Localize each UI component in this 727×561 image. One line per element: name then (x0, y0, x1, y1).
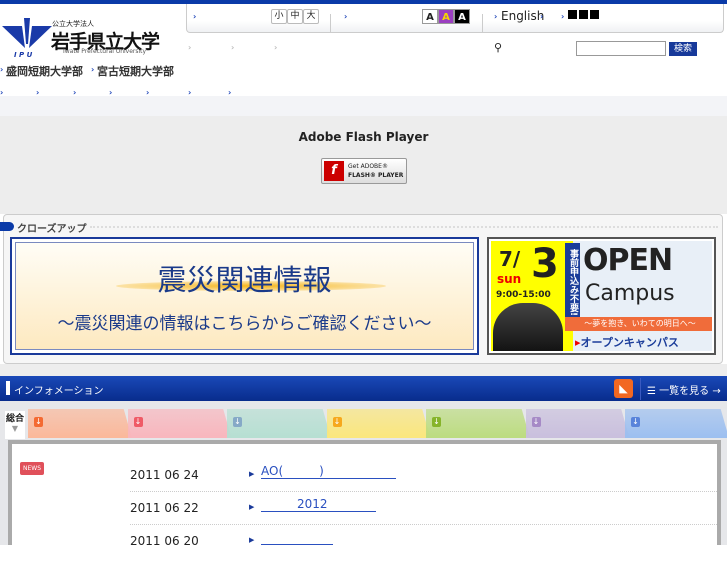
open-campus-banner[interactable]: 7/ 3 sun 9:00-15:00 事前申込み不要!! OPEN Campu… (487, 237, 716, 355)
svg-text:I P U: I P U (14, 51, 33, 58)
font-size-medium-button[interactable]: 中 (287, 9, 303, 24)
tab-category-1[interactable]: ↓ (28, 409, 132, 438)
oc-title1: OPEN (583, 243, 673, 278)
chevron-icon: › (274, 43, 278, 52)
get-flash-button[interactable]: f Get ADOBE® FLASH® PLAYER (321, 158, 407, 184)
chevron-icon: › (193, 12, 197, 21)
divider (130, 524, 717, 525)
font-size-small-button[interactable]: 小 (271, 9, 287, 24)
news-link[interactable]: AO( ) (261, 465, 396, 479)
arrow-down-icon: ↓ (332, 417, 342, 427)
chevron-icon: › (91, 65, 95, 74)
news-link[interactable] (261, 532, 334, 545)
tab-all[interactable]: 総合 ▼ (5, 411, 25, 439)
news-row: 2011 06 22 ▶ 2012 (12, 495, 717, 528)
oc-link: ▸オープンキャンパス (575, 334, 679, 350)
oc-time: 9:00-15:00 (496, 290, 551, 300)
chevron-icon: › (540, 12, 544, 21)
tab-category-7[interactable]: ↓ (625, 409, 727, 438)
spacer (0, 364, 727, 376)
oc-link-text: オープンキャンパス (580, 336, 679, 349)
bullet-icon: ▶ (249, 470, 255, 478)
quake-subtitle: ～震災関連の情報はこちらからご確認ください～ (57, 314, 432, 334)
news-date: 2011 06 20 (130, 534, 199, 548)
divider (482, 14, 483, 33)
faculty-link-miyako[interactable]: 宮古短期大学部 (97, 63, 174, 79)
quake-info-banner[interactable]: 震災関連情報 ～震災関連の情報はこちらからご確認ください～ (10, 237, 479, 355)
divider (330, 14, 331, 33)
bullet-icon: ▶ (249, 536, 255, 544)
info-heading: インフォメーション (14, 386, 104, 397)
view-all-text: 一覧を見る (659, 386, 710, 397)
search-input[interactable] (576, 41, 666, 56)
faculty-link-morioka[interactable]: 盛岡短期大学部 (6, 63, 83, 79)
logo-emblem[interactable]: I P U (2, 18, 52, 59)
news-list: NEWS 2011 06 24 ▶ AO( ) 2011 06 22 ▶ 2012 2… (8, 440, 721, 548)
students-photo (493, 303, 563, 351)
flash-badge-line1: Get ADOBE® (348, 163, 388, 170)
tab-all-label: 総合 (5, 414, 24, 424)
flash-logo-icon: f (324, 161, 344, 181)
news-link[interactable]: 2012 (261, 498, 376, 512)
chevron-icon: › (0, 65, 4, 74)
arrow-down-icon: ↓ (432, 417, 441, 427)
search-button[interactable]: 検索 (669, 42, 697, 56)
flash-badge-line2: FLASH® PLAYER (348, 172, 404, 179)
chevron-icon: › (561, 12, 565, 21)
quake-title: 震災関連情報 (157, 263, 332, 297)
chevron-icon: › (344, 12, 348, 21)
contrast-purple-button[interactable]: A (438, 9, 454, 24)
chevron-icon: › (188, 43, 192, 52)
divider (90, 226, 718, 228)
tab-category-5[interactable]: ↓ (426, 409, 530, 438)
oc-date: 7/ (499, 247, 521, 271)
contrast-normal-button[interactable]: A (422, 9, 438, 24)
chevron-icon: › (494, 12, 498, 21)
divider (640, 378, 641, 400)
contrast-black-button[interactable]: A (454, 9, 470, 24)
arrow-down-icon: ↓ (631, 417, 640, 427)
nav-bar (0, 96, 727, 116)
heading-marker-icon (0, 222, 14, 231)
english-link[interactable]: English (501, 9, 544, 23)
flash-title: Adobe Flash Player (298, 130, 429, 144)
tab-category-6[interactable]: ↓ (525, 409, 630, 438)
arrow-down-icon: ↓ (34, 417, 43, 427)
chevron-icon: › (231, 43, 235, 52)
tab-category-3[interactable]: ↓ (227, 409, 331, 438)
arrow-right-icon: → (709, 386, 721, 397)
news-date: 2011 06 24 (130, 468, 199, 482)
rss-icon[interactable]: ◣ (614, 379, 633, 398)
news-date: 2011 06 22 (130, 501, 199, 515)
oc-tagline: ～夢を抱き、いわての明日へ～ (565, 317, 712, 331)
oc-weekday: sun (497, 272, 522, 286)
arrow-down-icon: ↓ (531, 417, 541, 427)
redacted-link[interactable] (568, 9, 601, 22)
list-icon: ☰ (647, 386, 660, 397)
closeup-heading: クローズアップ (17, 224, 87, 235)
logo-english: Iwate Prefectural University (63, 48, 147, 55)
heading-marker-icon (6, 381, 10, 395)
oc-day: 3 (531, 241, 559, 287)
tab-category-4[interactable]: ↓ (326, 409, 431, 438)
news-row: 2011 06 24 ▶ AO( ) (12, 462, 717, 495)
tab-category-2[interactable]: ↓ (127, 409, 232, 438)
view-all-link[interactable]: ☰ 一覧を見る → (647, 382, 721, 397)
oc-note: 事前申込み不要!! (565, 243, 580, 327)
arrow-down-icon: ↓ (133, 417, 143, 427)
search-icon: ⚲ (494, 41, 503, 54)
triangle-down-icon: ▼ (11, 424, 19, 433)
arrow-down-icon: ↓ (233, 417, 242, 427)
oc-title2: Campus (585, 281, 675, 306)
divider (130, 491, 717, 492)
font-size-large-button[interactable]: 大 (303, 9, 319, 24)
bullet-icon: ▶ (249, 503, 255, 511)
